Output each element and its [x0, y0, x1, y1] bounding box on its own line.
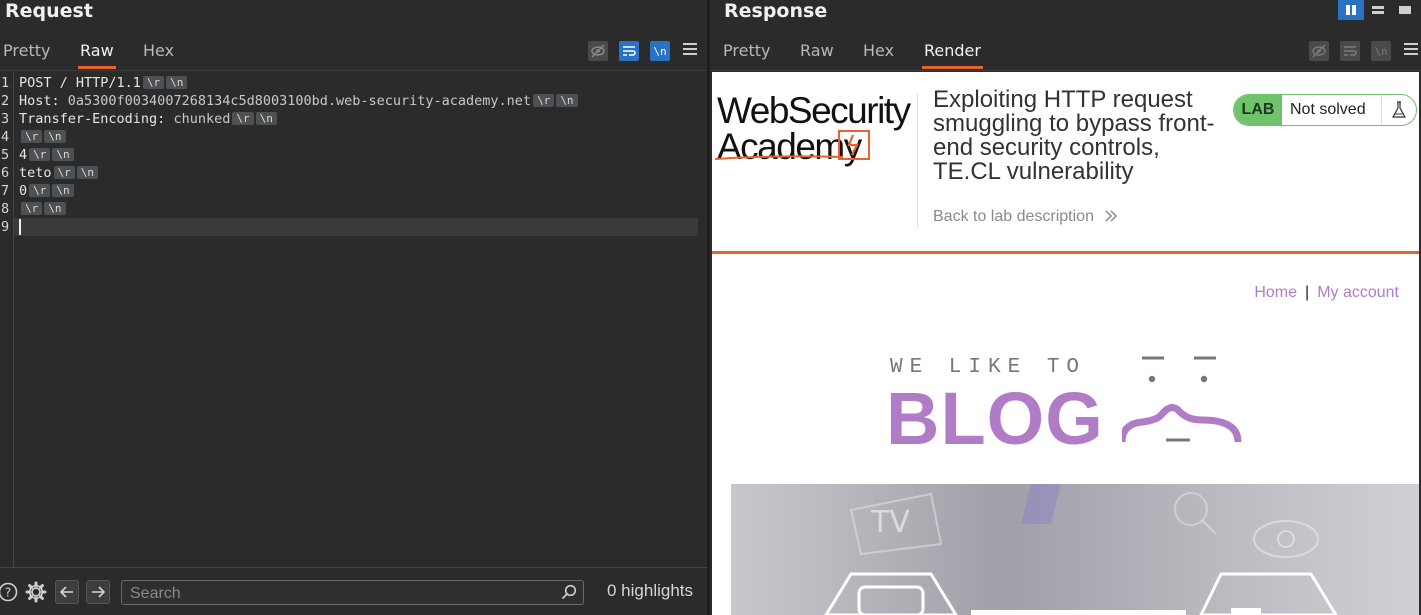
- cr-marker: \r: [29, 184, 51, 197]
- current-line-highlight: [14, 218, 698, 236]
- tab-raw[interactable]: Raw: [78, 38, 116, 70]
- line-number: 9: [1, 219, 10, 235]
- search-icon: [561, 584, 577, 600]
- nav-my-account-link[interactable]: My account: [1317, 284, 1399, 301]
- line-number: 7: [1, 183, 10, 199]
- cr-marker: \r: [21, 202, 43, 215]
- web-security-academy-logo[interactable]: WebSecurity Academy: [715, 90, 913, 165]
- layout-side-by-side-icon[interactable]: [1338, 0, 1364, 20]
- code-line: POST / HTTP/1.1 \r \n: [19, 74, 188, 92]
- menu-icon[interactable]: [1404, 43, 1418, 55]
- previous-match-button[interactable]: [55, 580, 79, 604]
- code-line: teto \r \n: [19, 164, 99, 182]
- tab-hex[interactable]: Hex: [863, 38, 894, 70]
- line-number: 2: [1, 93, 10, 109]
- line-text: teto: [19, 165, 52, 181]
- request-pane: Request Pretty Raw Hex \n 123456789 POST…: [0, 0, 707, 615]
- code-line: \r \n: [19, 128, 66, 146]
- lab-label: LAB: [1234, 95, 1282, 125]
- request-title: Request: [5, 0, 93, 22]
- blog-face-icon: [1122, 356, 1242, 443]
- code-line: 4 \r \n: [19, 146, 74, 164]
- lf-marker: \n: [44, 202, 66, 215]
- nav-home-link[interactable]: Home: [1254, 284, 1297, 301]
- next-match-button[interactable]: [86, 580, 110, 604]
- response-title: Response: [724, 0, 828, 22]
- line-text: POST / HTTP/1.1: [19, 75, 141, 91]
- line-number: 3: [1, 111, 10, 127]
- line-text: 4: [19, 147, 28, 163]
- settings-gear-icon[interactable]: [25, 581, 47, 603]
- top-nav: Home | My account: [1254, 284, 1399, 302]
- lf-marker: \n: [76, 166, 99, 179]
- highlights-count: 0 highlights: [607, 581, 694, 600]
- line-text: 0: [19, 183, 28, 199]
- logo-underline: [715, 155, 844, 160]
- response-pane: Response Pretty Raw Hex Render \n WebSec…: [710, 0, 1421, 615]
- lab-title: Exploiting HTTP request smuggling to byp…: [933, 86, 1215, 185]
- layout-top-bottom-icon[interactable]: [1365, 0, 1391, 20]
- tab-pretty[interactable]: Pretty: [3, 38, 50, 70]
- wrap-lines-icon[interactable]: [1340, 41, 1360, 61]
- layout-tabs-icon[interactable]: [1392, 0, 1418, 20]
- blog-header: WE LIKE TO BLOG: [886, 354, 1248, 460]
- header-value: 0a5300f0034007268134c5d8003100bd.web-sec…: [67, 93, 532, 109]
- lab-status: Not solved: [1290, 101, 1366, 118]
- cr-marker: \r: [21, 130, 43, 143]
- show-newlines-toggle[interactable]: \n: [1371, 41, 1391, 61]
- cr-marker: \r: [53, 166, 75, 179]
- cr-marker: \r: [232, 112, 254, 125]
- rendered-page: WebSecurity Academy Exploiting HTTP requ…: [712, 72, 1419, 615]
- tab-hex[interactable]: Hex: [143, 38, 174, 70]
- code-line: Transfer-Encoding: chunked \r \n: [19, 110, 277, 128]
- cr-marker: \r: [533, 94, 555, 107]
- lf-marker: \n: [166, 76, 188, 89]
- code-line: 0 \r \n: [19, 182, 74, 200]
- lf-marker: \n: [556, 94, 578, 107]
- text-cursor: [19, 219, 21, 235]
- lf-marker: \n: [255, 112, 277, 125]
- tab-raw[interactable]: Raw: [800, 38, 834, 70]
- back-to-lab-link[interactable]: Back to lab description: [933, 208, 1118, 226]
- lab-status-badge: LAB Not solved: [1233, 94, 1417, 126]
- lf-marker: \n: [52, 184, 74, 197]
- nav-separator: |: [1305, 284, 1310, 301]
- line-number: 8: [1, 201, 10, 217]
- line-number: 1: [1, 75, 10, 91]
- search-input[interactable]: [128, 582, 552, 605]
- wrap-lines-icon[interactable]: [619, 41, 639, 61]
- double-chevron-right-icon: [1105, 210, 1118, 222]
- header-value: chunked: [173, 111, 231, 127]
- logo-line1: WebSecurity: [717, 90, 911, 131]
- header-name: Host:: [19, 93, 68, 109]
- code-line: \r \n: [19, 200, 66, 218]
- hide-nonprintable-icon[interactable]: [588, 41, 608, 61]
- search-box: [121, 580, 584, 605]
- tab-render[interactable]: Render: [922, 38, 983, 70]
- line-number: 6: [1, 165, 10, 181]
- cr-marker: \r: [29, 148, 51, 161]
- svg-text:TV: TV: [870, 505, 910, 540]
- line-number: 4: [1, 129, 10, 145]
- hide-nonprintable-icon[interactable]: [1309, 41, 1329, 61]
- back-link-label: Back to lab description: [933, 208, 1094, 225]
- show-newlines-toggle[interactable]: \n: [650, 41, 670, 61]
- line-number: 5: [1, 147, 10, 163]
- lf-marker: \n: [44, 130, 66, 143]
- menu-icon[interactable]: [683, 43, 697, 55]
- hero-banner-image: TV: [731, 484, 1419, 615]
- tab-pretty[interactable]: Pretty: [723, 38, 770, 70]
- code-line: Host: 0a5300f0034007268134c5d8003100bd.w…: [19, 92, 578, 110]
- lf-marker: \n: [52, 148, 74, 161]
- help-icon[interactable]: ?: [0, 581, 19, 603]
- header-name: Transfer-Encoding:: [19, 111, 174, 127]
- request-bottom-bar: ? 0 highlights: [0, 567, 707, 615]
- svg-text:?: ?: [5, 586, 11, 600]
- flask-icon: [1381, 95, 1416, 125]
- blog-word: BLOG: [886, 377, 1104, 460]
- cr-marker: \r: [142, 76, 165, 89]
